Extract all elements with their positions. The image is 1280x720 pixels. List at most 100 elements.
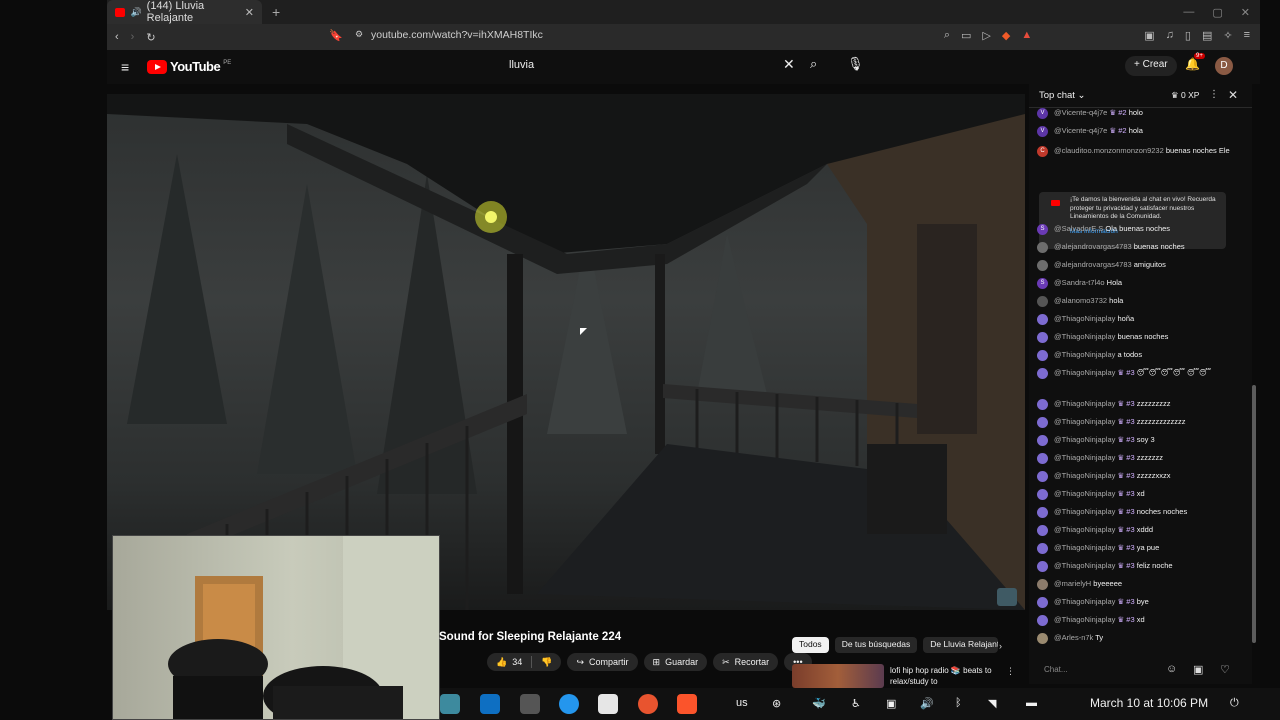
chat-avatar[interactable] <box>1037 350 1048 361</box>
chat-author[interactable]: @ThiagoNinjaplay <box>1054 561 1115 570</box>
tab-close-icon[interactable]: ✕ <box>245 6 254 19</box>
cast-icon[interactable]: ▭ <box>961 29 971 42</box>
volume-icon[interactable]: 🔊 <box>920 697 934 710</box>
image-viewer-icon[interactable] <box>440 694 460 714</box>
chat-author[interactable]: @ThiagoNinjaplay <box>1054 471 1115 480</box>
speaker-icon[interactable]: 🔊 <box>130 7 141 18</box>
brave-shield-icon[interactable]: ◆ <box>1002 29 1010 42</box>
chat-author[interactable]: @ThiagoNinjaplay <box>1054 543 1115 552</box>
youtube-logo[interactable]: YouTube PE <box>147 59 231 74</box>
site-info-icon[interactable]: ⚙ <box>355 29 363 40</box>
chat-author[interactable]: @alejandrovargas4783 <box>1054 260 1132 269</box>
search-icon[interactable]: ⌕ <box>810 56 817 72</box>
chat-avatar[interactable] <box>1037 368 1048 379</box>
create-button[interactable]: + Crear <box>1125 56 1177 76</box>
zoom-icon[interactable]: ⌕ <box>944 29 950 42</box>
save-button[interactable]: ⊞ Guardar <box>643 653 708 671</box>
chevron-right-icon[interactable]: › <box>999 641 1002 651</box>
docker-tray-icon[interactable]: 🐳 <box>812 697 826 710</box>
chat-scrollbar[interactable] <box>1252 108 1257 653</box>
clipboard-icon[interactable]: ▣ <box>886 697 896 710</box>
minimize-icon[interactable]: — <box>1183 6 1194 19</box>
vscode-icon[interactable] <box>480 694 500 714</box>
avatar[interactable]: D <box>1215 57 1233 75</box>
power-icon[interactable]: ⏻ <box>1230 697 1239 710</box>
chat-avatar[interactable] <box>1037 260 1048 271</box>
wallet-icon[interactable]: ▤ <box>1202 29 1212 42</box>
chat-avatar[interactable] <box>1037 296 1048 307</box>
chat-avatar[interactable] <box>1037 314 1048 325</box>
video-thumbnail[interactable] <box>792 664 884 688</box>
back-icon[interactable]: ‹ <box>115 31 119 43</box>
whatsapp-icon[interactable] <box>598 694 618 714</box>
brave-icon[interactable] <box>677 694 697 714</box>
chat-author[interactable]: @ThiagoNinjaplay <box>1054 332 1115 341</box>
chat-mode-dropdown[interactable]: Top chat ⌄ <box>1039 90 1086 101</box>
sidebar-icon[interactable]: ▣ <box>1144 29 1154 42</box>
reload-icon[interactable]: ↻ <box>146 31 155 44</box>
search-input[interactable]: lluvia <box>503 55 803 79</box>
chat-avatar[interactable] <box>1037 489 1048 500</box>
chat-close-icon[interactable]: ✕ <box>1228 88 1238 102</box>
more-options-icon[interactable]: ⋮ <box>1006 666 1015 677</box>
emoji-icon[interactable]: ☺ <box>1166 663 1177 675</box>
heart-icon[interactable]: ♡ <box>1220 663 1230 676</box>
chat-author[interactable]: @SalvadorE.S <box>1054 224 1103 233</box>
chat-avatar[interactable]: V <box>1037 108 1048 119</box>
chat-author[interactable]: @ThiagoNinjaplay <box>1054 399 1115 408</box>
settings-app-icon[interactable] <box>520 694 540 714</box>
chat-avatar[interactable]: V <box>1037 126 1048 137</box>
docker-icon[interactable] <box>559 694 579 714</box>
chat-author[interactable]: @ThiagoNinjaplay <box>1054 525 1115 534</box>
chat-more-icon[interactable]: ⋮ <box>1209 89 1219 100</box>
chip-todos[interactable]: Todos <box>792 637 829 653</box>
clip-button[interactable]: ✂ Recortar <box>713 653 779 671</box>
chat-input[interactable]: Chat... <box>1038 661 1168 679</box>
forward-icon[interactable]: › <box>131 31 135 43</box>
chat-author[interactable]: @clauditoo.monzonmonzon9232 <box>1054 146 1164 155</box>
address-url[interactable]: youtube.com/watch?v=ihXMAH8TIkc <box>371 29 543 41</box>
chat-avatar[interactable] <box>1037 435 1048 446</box>
brush-app-icon[interactable] <box>638 694 658 714</box>
recommended-video-title[interactable]: lofi hip hop radio 📚 beats to relax/stud… <box>890 665 1000 687</box>
chat-author[interactable]: @Vicente-q4j7e <box>1054 108 1107 117</box>
chat-author[interactable]: @Sandra-t7l4o <box>1054 278 1105 287</box>
chat-avatar[interactable] <box>1037 507 1048 518</box>
chat-avatar[interactable] <box>1037 633 1048 644</box>
chat-avatar[interactable] <box>1037 615 1048 626</box>
chat-author[interactable]: @ThiagoNinjaplay <box>1054 453 1115 462</box>
reading-icon[interactable]: ▯ <box>1185 29 1191 42</box>
chat-author[interactable]: @ThiagoNinjaplay <box>1054 368 1115 377</box>
new-tab-icon[interactable]: + <box>272 4 280 20</box>
chat-author[interactable]: @ThiagoNinjaplay <box>1054 350 1115 359</box>
xp-counter[interactable]: ♛ 0 XP <box>1171 90 1199 101</box>
chat-author[interactable]: @ThiagoNinjaplay <box>1054 597 1115 606</box>
chat-avatar[interactable]: S <box>1037 224 1048 235</box>
recommended-video[interactable]: lofi hip hop radio 📚 beats to relax/stud… <box>792 664 1022 688</box>
chat-avatar[interactable]: S <box>1037 278 1048 289</box>
maximize-icon[interactable]: ▢ <box>1212 6 1222 19</box>
chat-author[interactable]: @alejandrovargas4783 <box>1054 242 1132 251</box>
chat-avatar[interactable] <box>1037 332 1048 343</box>
chat-avatar[interactable]: C <box>1037 146 1048 157</box>
chat-avatar[interactable] <box>1037 242 1048 253</box>
chat-author[interactable]: @Arles-n7k <box>1054 633 1093 642</box>
leo-icon[interactable]: ✧ <box>1223 29 1232 42</box>
menu-icon[interactable]: ≡ <box>1244 29 1250 42</box>
chat-avatar[interactable] <box>1037 417 1048 428</box>
chat-avatar[interactable] <box>1037 543 1048 554</box>
channel-watermark-icon[interactable] <box>997 588 1017 606</box>
window-close-icon[interactable]: ✕ <box>1241 6 1250 19</box>
like-button[interactable]: 👍 34 👎 <box>487 653 562 671</box>
chat-author[interactable]: @Vicente-q4j7e <box>1054 126 1107 135</box>
clear-search-icon[interactable]: ✕ <box>783 56 795 73</box>
chip-de-tus-busquedas[interactable]: De tus búsquedas <box>834 637 918 653</box>
chat-author[interactable]: @ThiagoNinjaplay <box>1054 417 1115 426</box>
chat-author[interactable]: @alanomo3732 <box>1054 296 1107 305</box>
video-player[interactable] <box>107 94 1025 610</box>
chip-de-lluvia-relajante[interactable]: De Lluvia Relajante <box>923 637 999 653</box>
chat-avatar[interactable] <box>1037 471 1048 482</box>
thumbs-down-icon[interactable]: 👎 <box>541 657 552 668</box>
scrollbar-thumb[interactable] <box>1252 385 1256 643</box>
keyboard-layout[interactable]: us <box>736 697 748 709</box>
